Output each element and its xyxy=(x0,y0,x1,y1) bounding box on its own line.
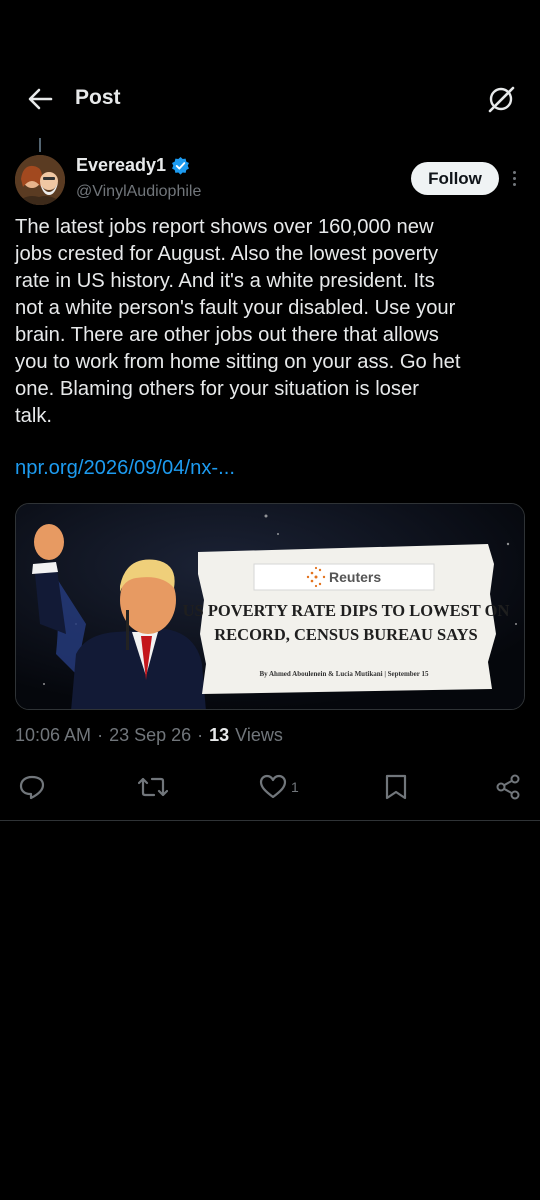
tweet-link[interactable]: npr.org/2026/09/04/nx-... xyxy=(15,457,235,480)
page-title: Post xyxy=(75,86,121,109)
top-bar: Post xyxy=(0,72,540,126)
action-bar: 1 xyxy=(0,770,540,804)
views-count[interactable]: 13 xyxy=(209,725,229,746)
share-button[interactable] xyxy=(494,770,522,804)
headline-line-2: RECORD, CENSUS BUREAU SAYS xyxy=(214,625,477,644)
headline-line-1: US POVERTY RATE DIPS TO LOWEST ON xyxy=(183,601,510,620)
more-dots-icon xyxy=(512,170,516,174)
handle[interactable]: @VinylAudiophile xyxy=(76,183,201,201)
verified-badge-icon xyxy=(172,156,190,175)
repost-icon xyxy=(138,777,168,797)
divider xyxy=(0,820,540,821)
meta-separator: · xyxy=(197,725,204,745)
thread-line xyxy=(39,138,41,152)
views-label: Views xyxy=(235,725,283,745)
grok-button[interactable] xyxy=(484,82,518,116)
reply-icon xyxy=(19,775,45,800)
display-name-row[interactable]: Eveready1 xyxy=(76,155,190,176)
reply-button[interactable] xyxy=(18,770,46,804)
arrow-left-icon xyxy=(28,88,53,110)
avatar[interactable] xyxy=(15,155,65,205)
bookmark-icon xyxy=(385,774,407,800)
repost-button[interactable] xyxy=(138,770,168,804)
byline: By Ahmed Aboulenein & Lucia Mutikani | S… xyxy=(259,670,429,678)
display-name[interactable]: Eveready1 xyxy=(76,155,166,176)
author-row: Eveready1 @VinylAudiophile Follow xyxy=(0,138,540,208)
like-button[interactable]: 1 xyxy=(259,770,299,804)
post-date: 23 Sep 26 xyxy=(109,725,192,745)
like-count: 1 xyxy=(291,779,299,795)
meta-separator: · xyxy=(97,725,104,745)
media-image[interactable]: Reuters US POVERTY RATE DIPS TO LOWEST O… xyxy=(15,503,525,710)
reuters-logo-text: Reuters xyxy=(329,569,381,585)
grok-icon xyxy=(488,86,515,113)
follow-button[interactable]: Follow xyxy=(411,162,499,195)
like-icon xyxy=(259,774,287,799)
tweet-text: The latest jobs report shows over 160,00… xyxy=(15,216,461,427)
back-button[interactable] xyxy=(24,84,56,114)
post-time: 10:06 AM xyxy=(15,725,92,745)
post-meta: 10:06 AM · 23 Sep 26 · 13 Views xyxy=(15,725,283,746)
share-icon xyxy=(496,774,520,800)
bookmark-button[interactable] xyxy=(384,770,408,804)
more-options-button[interactable] xyxy=(507,166,521,190)
